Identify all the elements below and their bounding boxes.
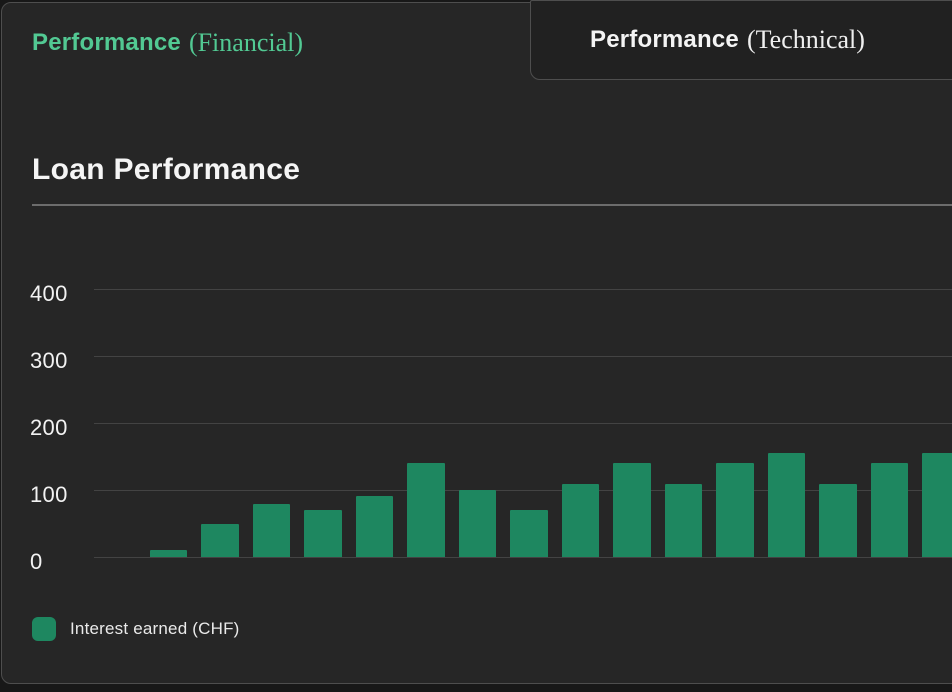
bar [716,463,754,557]
y-axis-tick-label: 300 [30,350,90,372]
bar [613,463,651,557]
bar [253,504,291,556]
bar [922,453,952,557]
bar [356,496,394,556]
bar [819,484,857,556]
bar [150,550,188,557]
tab-performance-technical[interactable]: Performance (Technical) [530,0,952,80]
tab-technical-suffix: (Technical) [747,25,865,55]
chart-legend: Interest earned (CHF) [32,617,240,641]
legend-label: Interest earned (CHF) [70,619,240,639]
chart-bars [94,289,952,557]
tab-technical-label: Performance [590,26,739,54]
gridline [94,557,952,558]
tab-financial-suffix: (Financial) [189,28,303,58]
y-axis-tick-label: 200 [30,417,90,439]
y-axis-tick-label: 100 [30,484,90,506]
y-axis-tick-label: 0 [30,551,90,573]
bar [407,463,445,557]
performance-panel: Performance (Financial) Loan Performance… [1,2,952,684]
tab-financial-label: Performance [32,29,181,57]
bar [459,490,497,557]
section-divider [32,204,952,206]
bar [510,510,548,557]
bar [304,510,342,557]
loan-performance-chart: 0100200300400 [2,289,952,579]
bar [768,453,806,557]
bar [665,484,703,556]
bar [871,463,909,557]
bar [201,524,239,556]
legend-swatch [32,617,56,641]
tab-performance-financial[interactable]: Performance (Financial) [32,27,303,59]
bar [562,484,600,556]
y-axis-tick-label: 400 [30,283,90,305]
section-title: Loan Performance [32,153,300,187]
